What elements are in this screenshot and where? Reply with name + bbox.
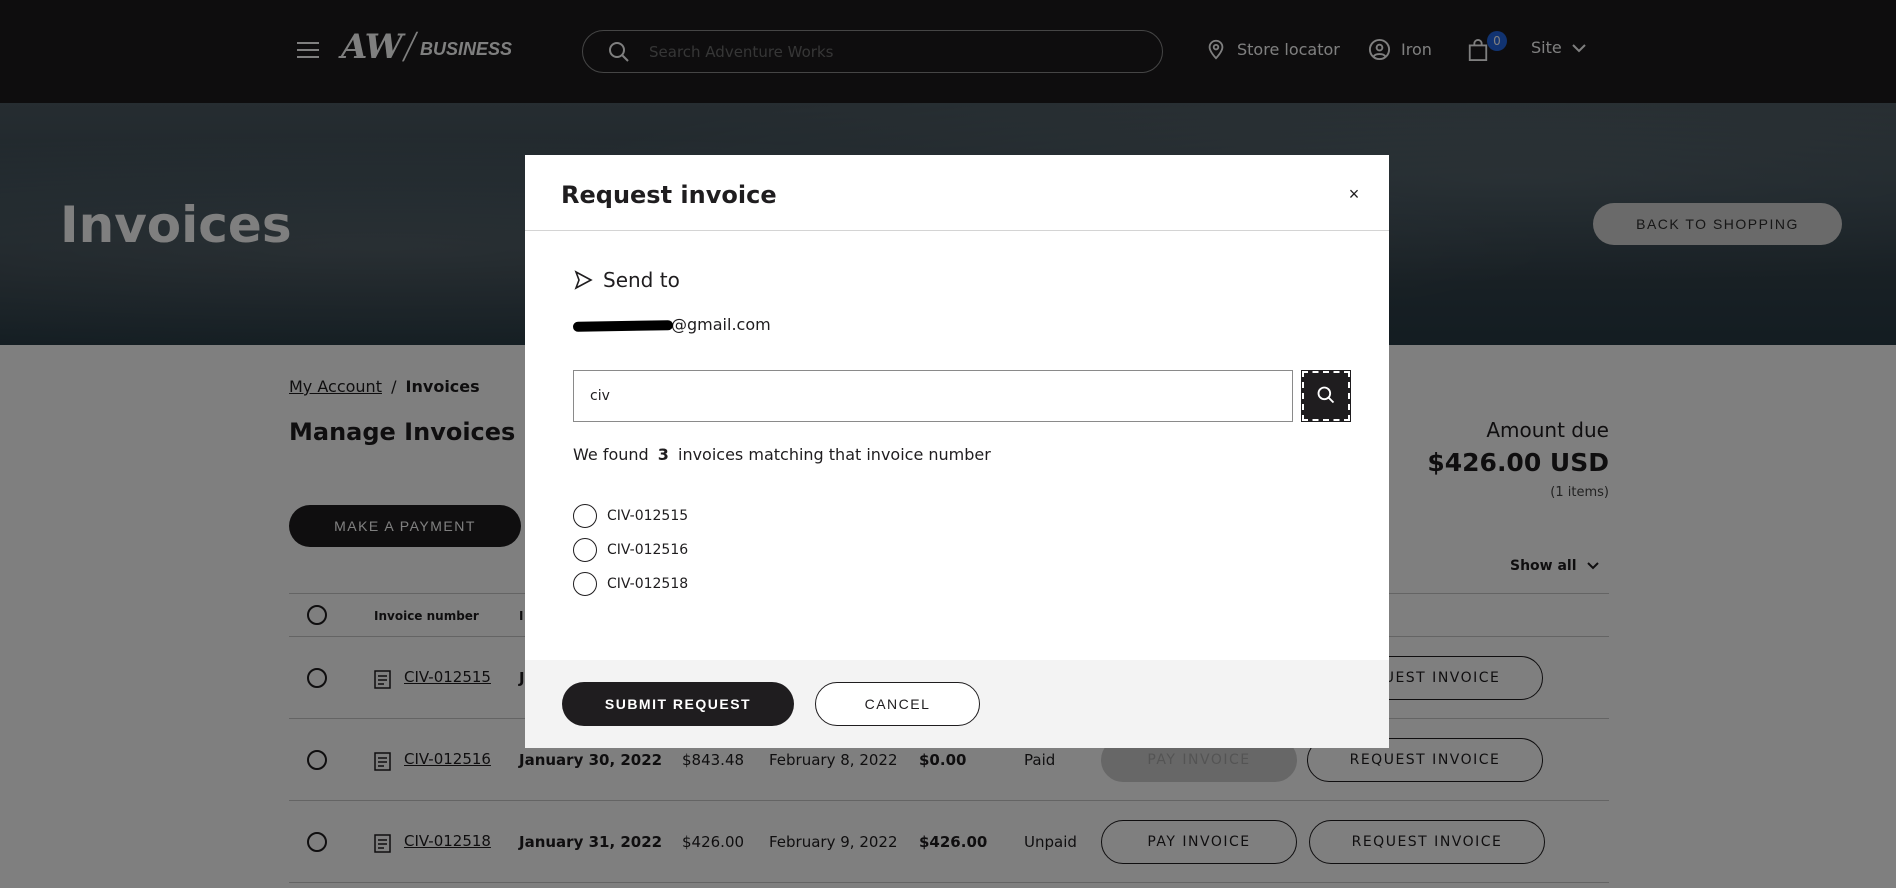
invoice-option[interactable]: CIV-012515 [573, 504, 688, 528]
redacted-email-username [572, 319, 674, 332]
send-icon [574, 270, 593, 290]
send-to-heading: Send to [573, 268, 680, 292]
dialog-divider [525, 230, 1389, 231]
search-icon [1317, 386, 1335, 404]
option-radio[interactable] [573, 504, 597, 528]
close-icon[interactable]: × [1345, 185, 1363, 203]
option-label: CIV-012518 [607, 576, 689, 592]
invoice-option[interactable]: CIV-012516 [573, 538, 688, 562]
found-count: 3 [657, 445, 669, 464]
found-suffix: invoices matching that invoice number [678, 445, 991, 464]
email-domain: @gmail.com [671, 315, 771, 334]
invoice-option[interactable]: CIV-012518 [573, 572, 688, 596]
option-radio[interactable] [573, 538, 597, 562]
invoice-search-input[interactable] [573, 370, 1293, 422]
submit-request-button[interactable]: SUBMIT REQUEST [562, 682, 794, 726]
send-to-label: Send to [603, 268, 680, 292]
recipient-email: @gmail.com [572, 315, 771, 334]
option-radio[interactable] [573, 572, 597, 596]
dialog-title: Request invoice [561, 181, 777, 209]
search-results-summary: We found 3 invoices matching that invoic… [573, 445, 991, 464]
cancel-button[interactable]: CANCEL [815, 682, 980, 726]
option-label: CIV-012516 [607, 542, 689, 558]
invoice-search-button[interactable] [1301, 370, 1351, 422]
request-invoice-dialog: Request invoice × Send to @gmail.com We … [525, 155, 1389, 748]
option-label: CIV-012515 [607, 508, 689, 524]
found-prefix: We found [573, 445, 649, 464]
